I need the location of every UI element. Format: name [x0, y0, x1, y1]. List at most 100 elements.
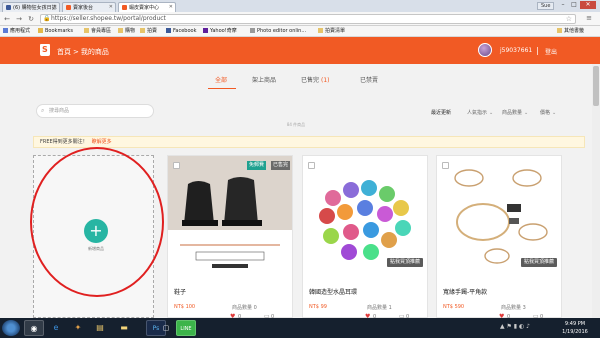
bookmark-item[interactable]: Yahoo!奇摩 [203, 27, 237, 36]
window-close-icon[interactable]: ✕ [580, 1, 596, 9]
product-count: 84 件商品 [286, 122, 306, 127]
browser-tab-bar: (6) 購物狂女孩日誌 ✕ 賣家後台 ✕ 蝦皮賣家中心 ✕ Sue – □ ✕ [0, 0, 600, 12]
product-name[interactable]: 韓國造型水晶耳環 [309, 287, 357, 296]
tab-live[interactable]: 架上商品 [252, 75, 276, 84]
logout-link[interactable]: 登出 [545, 47, 557, 56]
product-card[interactable]: 免郵費 已售完 鞋子 NT$ 100 商品數量 0 ♥ 0 ▭ 0 [167, 155, 293, 318]
bookmark-item[interactable]: 拍賣 [140, 27, 157, 36]
folder-icon [84, 28, 89, 33]
bookmark-item[interactable]: Facebook [166, 27, 197, 36]
search-placeholder: 搜尋商品 [49, 108, 70, 114]
bookmark-item[interactable]: 拍賣清單 [318, 27, 345, 36]
sort-quantity[interactable]: 商品數量 ⌄ [502, 109, 528, 116]
yahoo-icon [203, 28, 208, 33]
badge-sold-out: 已售完 [270, 161, 290, 170]
breadcrumb-home[interactable]: 首頁 [57, 48, 71, 56]
search-input[interactable]: ⌕ 搜尋商品 [36, 104, 154, 118]
close-icon[interactable]: ✕ [169, 4, 173, 10]
shopee-icon [122, 5, 127, 10]
maximize-icon[interactable]: □ [569, 1, 579, 9]
close-icon[interactable]: ✕ [53, 4, 57, 10]
browser-tab-3[interactable]: 蝦皮賣家中心 ✕ [118, 2, 176, 12]
bookmark-item[interactable]: 其他書籤 [557, 27, 584, 36]
notice-text: FREE得到更多關注！ [40, 139, 88, 145]
browser-tab-label: 蝦皮賣家中心 [129, 5, 160, 11]
bookmark-item[interactable]: 購物 [118, 27, 135, 36]
breadcrumb: 首頁 > 我的商品 [57, 47, 109, 57]
shopee-icon [66, 5, 71, 10]
reload-icon[interactable]: ↻ [27, 15, 35, 23]
boost-button[interactable]: 點我買頂推薦 [520, 258, 557, 267]
sort-latest[interactable]: 最近更新 [431, 109, 451, 116]
select-checkbox[interactable] [442, 162, 449, 169]
product-price: NT$ 99 [309, 304, 327, 310]
apps-icon [3, 28, 8, 33]
browser-tab-label: 賣家後台 [73, 5, 94, 11]
chrome-icon[interactable]: ◉ [24, 320, 44, 336]
page-scrollbar[interactable] [592, 64, 600, 318]
product-card[interactable]: 點我買頂推薦 寬緣手鐲-平角款 NT$ 590 商品數量 3 ♥ 0 ▭ 0 [436, 155, 562, 318]
system-tray[interactable]: ▲ ⚑ ▮ ◐ ♪ [500, 323, 530, 330]
chevron-down-icon: ⌄ [489, 110, 494, 116]
browser-tab-1[interactable]: (6) 購物狂女孩日誌 ✕ [2, 2, 60, 12]
bookmark-item[interactable]: 應用程式 [3, 27, 30, 36]
facebook-icon [166, 28, 171, 33]
product-name[interactable]: 鞋子 [174, 287, 186, 296]
bookmark-item[interactable]: 會員專區 [84, 27, 111, 36]
scrollbar-thumb[interactable] [593, 66, 599, 106]
learn-more-link[interactable]: 瞭解更多 [92, 139, 112, 145]
app-icon[interactable]: ✦ [68, 320, 88, 336]
browser-menu-icon[interactable]: ≡ [585, 15, 593, 23]
forward-arrow-icon[interactable]: → [15, 15, 23, 23]
tab-sold-out[interactable]: 已售完 (1) [301, 75, 330, 84]
folder-icon [118, 28, 123, 33]
clock-date: 1/19/2016 [562, 329, 588, 335]
select-checkbox[interactable] [173, 162, 180, 169]
folder-icon [140, 28, 145, 33]
avatar[interactable] [478, 43, 492, 57]
product-card[interactable]: 點我買頂推薦 韓國造型水晶耳環 NT$ 99 商品數量 1 ♥ 0 ▭ 0 [302, 155, 428, 318]
address-bar-row: ← → ↻ 🔒 https://seller.shopee.tw/portal/… [0, 12, 600, 26]
seller-header: 首頁>我的商品 j59037661 登出 [0, 37, 600, 64]
bookmarks-bar: 應用程式 Bookmarks 會員專區 購物 拍賣 Facebook Yahoo… [0, 26, 600, 37]
url-text: https://seller.shopee.tw/portal/product [51, 15, 166, 22]
close-icon[interactable]: ✕ [109, 4, 113, 10]
page-icon [250, 28, 255, 33]
chevron-down-icon: ⌄ [524, 110, 529, 116]
back-arrow-icon[interactable]: ← [3, 15, 11, 23]
bookmark-star-icon[interactable]: ☆ [566, 15, 572, 23]
internet-explorer-icon[interactable]: e [46, 320, 66, 336]
facebook-icon [6, 5, 11, 10]
bookmark-item[interactable]: Photo editor onlin... [250, 27, 306, 36]
tab-all[interactable]: 全部 [215, 75, 227, 84]
browser-user-button[interactable]: Sue [537, 2, 555, 10]
header-divider [537, 47, 538, 55]
start-button[interactable] [2, 320, 20, 336]
lock-icon: 🔒 [43, 15, 51, 22]
taskbar-clock[interactable]: 9:49 PM 1/19/2016 [558, 320, 592, 336]
minimize-icon[interactable]: – [558, 1, 568, 9]
browser-tab-2[interactable]: 賣家後台 ✕ [62, 2, 116, 12]
search-icon: ⌕ [41, 107, 45, 114]
badge-free-shipping: 免郵費 [246, 161, 266, 170]
boost-button[interactable]: 點我買頂推薦 [386, 258, 423, 267]
url-input[interactable]: 🔒 https://seller.shopee.tw/portal/produc… [40, 14, 576, 24]
breadcrumb-separator: > [73, 48, 79, 56]
monitor-icon[interactable]: ▢ [156, 320, 176, 336]
line-app-icon[interactable]: LINE [176, 320, 196, 336]
file-explorer-icon[interactable]: ▤ [90, 320, 110, 336]
folder-icon[interactable]: ▬ [114, 320, 134, 336]
promo-notice: FREE得到更多關注！ 瞭解更多 [33, 136, 585, 148]
bookmark-item[interactable]: Bookmarks [38, 27, 73, 36]
product-name[interactable]: 寬緣手鐲-平角款 [443, 287, 487, 296]
shopee-logo-icon[interactable] [40, 44, 50, 56]
product-stock: 商品數量 0 [232, 305, 257, 311]
select-checkbox[interactable] [308, 162, 315, 169]
tab-banned[interactable]: 已禁賣 [360, 75, 378, 84]
browser-tab-label: (6) 購物狂女孩日誌 [13, 5, 57, 11]
sort-price[interactable]: 價格 ⌄ [540, 109, 556, 116]
product-stock: 商品數量 1 [367, 305, 392, 311]
sort-popularity[interactable]: 人氣指示 ⌄ [467, 109, 493, 116]
username[interactable]: j59037661 [500, 47, 532, 54]
chevron-down-icon: ⌄ [552, 110, 557, 116]
